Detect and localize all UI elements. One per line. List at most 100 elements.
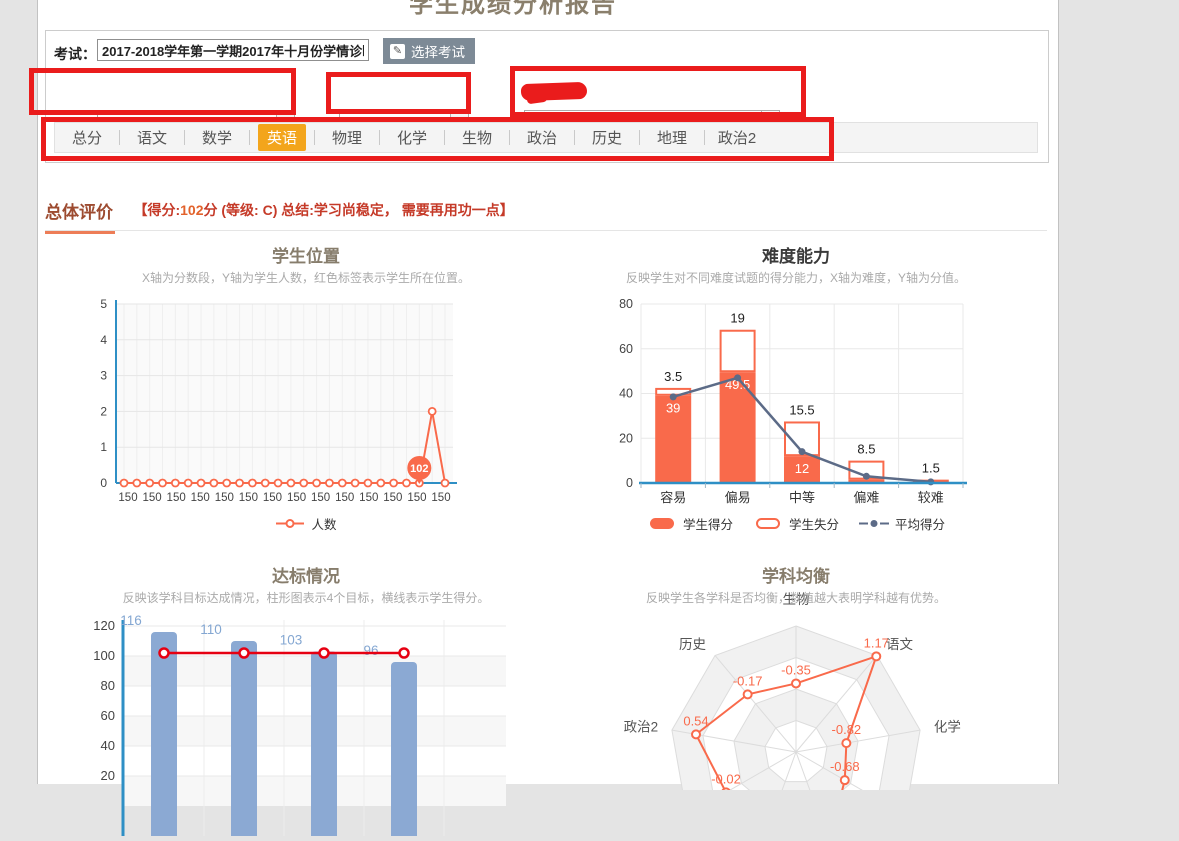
svg-text:0.54: 0.54 [683, 713, 708, 728]
svg-text:150: 150 [215, 492, 234, 504]
avg-line-swatch [859, 517, 889, 530]
summary-text: 【得分:102分 (等级: C) 总结:学习尚稳定， 需要再用功一点】 [133, 202, 513, 218]
legend-item[interactable]: 人数 [275, 514, 336, 533]
difficulty-ability-chart: 0204060803.5391949.515.5128.51.5容易偏易中等偏难… [566, 286, 1026, 514]
svg-text:150: 150 [431, 492, 450, 504]
chart-title: 达标情况 [76, 562, 536, 587]
svg-text:中等: 中等 [789, 490, 815, 505]
svg-text:偏难: 偏难 [853, 490, 879, 505]
svg-text:150: 150 [239, 492, 258, 504]
svg-text:较难: 较难 [918, 490, 944, 505]
svg-text:100: 100 [93, 648, 115, 663]
section-title: 总体评价 [45, 198, 115, 234]
svg-text:80: 80 [101, 678, 115, 693]
svg-text:60: 60 [101, 708, 115, 723]
svg-text:150: 150 [335, 492, 354, 504]
svg-text:-0.68: -0.68 [830, 759, 860, 774]
svg-text:150: 150 [311, 492, 330, 504]
outline-swatch [753, 517, 783, 530]
svg-text:1: 1 [100, 440, 107, 454]
legend-item[interactable]: 学生失分 [753, 514, 839, 533]
score-value: 102 [180, 202, 203, 218]
svg-text:150: 150 [142, 492, 161, 504]
svg-text:150: 150 [359, 492, 378, 504]
legend-label: 平均得分 [895, 514, 945, 533]
svg-text:12: 12 [795, 461, 809, 476]
overall-evaluation-section: 总体评价 【得分:102分 (等级: C) 总结:学习尚稳定， 需要再用功一点】 [45, 198, 1047, 231]
svg-text:3.5: 3.5 [664, 369, 682, 384]
svg-text:110: 110 [200, 622, 222, 637]
svg-text:8.5: 8.5 [857, 442, 875, 457]
legend-label: 学生失分 [789, 514, 839, 533]
annotation-box [41, 117, 834, 161]
svg-text:150: 150 [118, 492, 137, 504]
svg-text:偏易: 偏易 [725, 490, 751, 505]
svg-text:40: 40 [101, 738, 115, 753]
svg-text:39: 39 [666, 401, 680, 416]
target-achievement-chart-box: 达标情况 反映该学科目标达成情况，柱形图表示4个目标，横线表示学生得分。 120… [76, 562, 536, 784]
exam-input[interactable] [97, 39, 369, 61]
svg-text:120: 120 [93, 618, 115, 633]
svg-text:语文: 语文 [886, 637, 914, 652]
select-exam-button[interactable]: ✎ 选择考试 [383, 38, 475, 64]
svg-text:15.5: 15.5 [789, 402, 814, 417]
svg-text:150: 150 [263, 492, 282, 504]
chart-legend: 学生得分 学生失分 平均得分 [566, 514, 1026, 533]
chart-subtitle: X轴为分数段，Y轴为学生人数，红色标签表示学生所在位置。 [76, 269, 536, 286]
svg-text:20: 20 [101, 768, 115, 783]
solid-swatch [647, 517, 677, 530]
svg-text:150: 150 [287, 492, 306, 504]
svg-text:-0.35: -0.35 [781, 662, 811, 677]
svg-text:历史: 历史 [679, 637, 706, 652]
chart-subtitle: 反映学生各学科是否均衡，数值越大表明学科越有优势。 [566, 589, 1026, 606]
svg-text:150: 150 [191, 492, 210, 504]
svg-text:化学: 化学 [934, 720, 961, 735]
page-title: 学生成绩分析报告 [38, 0, 988, 19]
svg-text:102: 102 [410, 463, 428, 475]
annotation-box [29, 68, 296, 115]
svg-text:150: 150 [383, 492, 402, 504]
legend-item[interactable]: 平均得分 [859, 514, 945, 533]
chart-subtitle: 反映学生对不同难度试题的得分能力，X轴为难度，Y轴为分值。 [566, 269, 1026, 286]
legend-label: 学生得分 [683, 514, 733, 533]
legend-item[interactable]: 学生得分 [647, 514, 733, 533]
edit-icon: ✎ [390, 44, 405, 59]
legend-label: 人数 [311, 514, 336, 533]
svg-text:60: 60 [619, 342, 633, 356]
svg-text:-0.82: -0.82 [832, 722, 862, 737]
target-achievement-chart: 120 100 80 60 40 20 116 110 103 96 [76, 606, 536, 836]
student-position-chart: 0 1 2 3 4 5 150 150 150 150 150 150 150 150 150 150 150 1… [76, 286, 536, 514]
svg-text:150: 150 [167, 492, 186, 504]
svg-text:150: 150 [407, 492, 426, 504]
svg-text:容易: 容易 [660, 490, 686, 505]
svg-text:2: 2 [100, 404, 107, 418]
line-orange-swatch [275, 517, 305, 530]
svg-text:96: 96 [363, 643, 378, 658]
svg-text:政治2: 政治2 [624, 720, 659, 735]
svg-text:103: 103 [280, 633, 303, 648]
svg-text:20: 20 [619, 431, 633, 445]
chart-title: 学生位置 [76, 242, 536, 267]
difficulty-ability-chart-box: 难度能力 反映学生对不同难度试题的得分能力，X轴为难度，Y轴为分值。 0 20 40… [566, 242, 1026, 542]
svg-text:0: 0 [626, 476, 633, 490]
subject-balance-chart-box: 学科均衡 反映学生各学科是否均衡，数值越大表明学科越有优势。 -0.351.17… [566, 562, 1026, 784]
svg-text:19: 19 [730, 311, 744, 326]
svg-text:-0.02: -0.02 [711, 771, 741, 786]
exam-label: 考试： [54, 44, 96, 64]
svg-text:4: 4 [100, 333, 107, 347]
annotation-box [326, 72, 471, 114]
select-exam-button-label: 选择考试 [411, 41, 465, 61]
student-position-chart-box: 学生位置 X轴为分数段，Y轴为学生人数，红色标签表示学生所在位置。 0 1 2 3 4 5… [76, 242, 536, 542]
svg-text:5: 5 [100, 297, 107, 311]
chart-title: 学科均衡 [566, 562, 1026, 587]
svg-text:116: 116 [120, 613, 142, 628]
svg-text:40: 40 [619, 387, 633, 401]
svg-text:1.5: 1.5 [922, 461, 940, 476]
chart-subtitle: 反映该学科目标达成情况，柱形图表示4个目标，横线表示学生得分。 [76, 589, 536, 606]
svg-text:-0.17: -0.17 [733, 673, 763, 688]
chart-legend: 人数 [76, 514, 536, 533]
svg-text:3: 3 [100, 369, 107, 383]
svg-text:80: 80 [619, 297, 633, 311]
chart-title: 难度能力 [566, 242, 1026, 267]
svg-text:0: 0 [100, 476, 107, 490]
